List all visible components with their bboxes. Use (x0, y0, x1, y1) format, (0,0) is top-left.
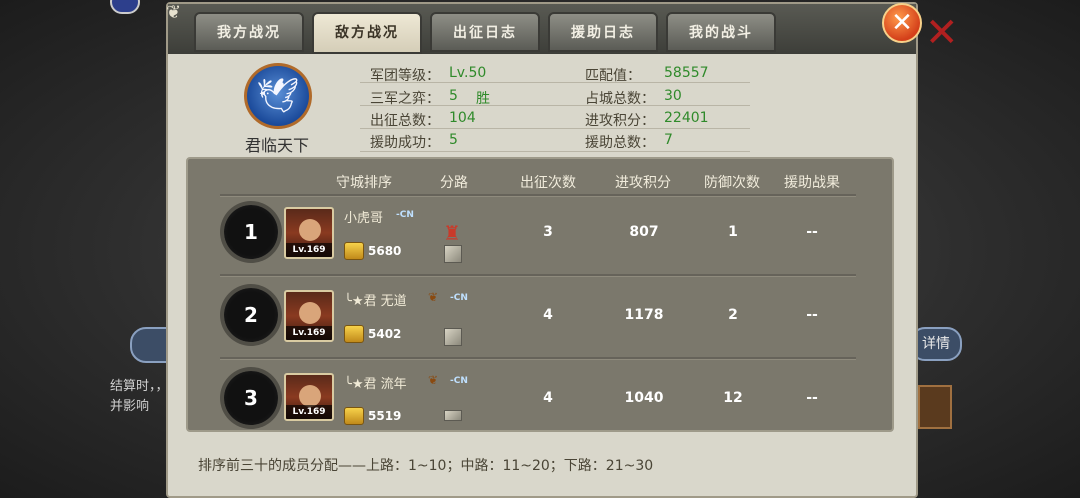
rank-badge: 2 (224, 288, 278, 342)
assist-cell: -- (806, 224, 818, 240)
header-defense-rank: 守城排序 (336, 175, 392, 191)
avatar[interactable]: Lv.169 (284, 290, 334, 342)
cities-value: 30 (664, 88, 682, 104)
assist-success-label: 援助成功： (370, 135, 440, 151)
gold-ingot-icon (344, 325, 364, 343)
tab-enemy-status[interactable]: 敌方战况 (312, 12, 422, 54)
eagle-emblem-icon: 🕊 (256, 76, 300, 116)
header-expeditions: 出征次数 (520, 175, 576, 191)
power-value: 5519 (368, 409, 402, 420)
defenses-cell: 1 (728, 224, 738, 240)
power-value: 5402 (368, 327, 402, 341)
avatar[interactable]: Lv.169 (284, 207, 334, 259)
attack-points-label: 进攻积分： (585, 113, 655, 129)
three-army-value: 5 (449, 88, 458, 104)
close-button[interactable]: ✕ (882, 3, 922, 43)
route-icon (444, 245, 462, 263)
tab-my-battles[interactable]: 我的战斗 (666, 12, 776, 52)
expeditions-cell: 4 (543, 307, 553, 323)
legion-name: 君临天下 (244, 136, 309, 155)
rank-badge: 1 (224, 205, 278, 259)
war-banner-icon: ♜ (443, 221, 461, 245)
header-assist-result: 援助战果 (784, 175, 840, 191)
avatar-level: Lv.169 (286, 326, 332, 340)
server-tag: -CN (450, 293, 468, 303)
avatar-face (299, 385, 321, 407)
divider (220, 274, 856, 277)
leaf-icon: ❦ (428, 290, 439, 304)
power-value: 5680 (368, 244, 402, 258)
background-left-text: 结算时，，并影响 (110, 379, 169, 414)
assist-cell: -- (806, 390, 818, 406)
leaf-icon: ❦ (428, 373, 439, 387)
defenses-cell: 2 (728, 307, 738, 323)
tab-our-status[interactable]: 我方战况 (194, 12, 304, 52)
route-assignment-note: 排序前三十的成员分配——上路：1~10；中路：11~20；下路：21~30 (198, 458, 654, 474)
match-value: 58557 (664, 65, 709, 81)
legion-level-value: Lv.50 (449, 65, 487, 81)
avatar-level: Lv.169 (286, 243, 332, 257)
close-icon: ✕ (891, 8, 913, 38)
attack-points-cell: 1178 (624, 307, 664, 323)
attack-points-cell: 1040 (624, 390, 664, 406)
tab-bar: ❦ 我方战况 敌方战况 出征日志 援助日志 我的战斗 (166, 2, 916, 54)
player-name: ╰★君 流年 (344, 377, 407, 392)
player-name: 小虎哥 (344, 211, 384, 226)
route-icon (444, 410, 462, 421)
assist-cell: -- (806, 307, 818, 323)
header-attack-points: 进攻积分 (615, 175, 671, 191)
assist-total-value: 7 (664, 132, 673, 148)
three-army-unit: 胜 (476, 91, 490, 107)
attack-points-cell: 807 (629, 224, 659, 240)
cities-label: 占城总数： (585, 91, 655, 107)
route-icon (444, 328, 462, 346)
expedition-value: 104 (449, 110, 476, 126)
tab-expedition-log[interactable]: 出征日志 (430, 12, 540, 52)
divider (220, 194, 856, 197)
legion-emblem: 🕊 (244, 63, 312, 129)
avatar[interactable]: Lv.169 (284, 373, 334, 421)
background-red-x: ✕ (925, 10, 959, 56)
header-defenses: 防御次数 (704, 175, 760, 191)
gold-ingot-icon (344, 407, 364, 425)
expedition-label: 出征总数： (370, 113, 440, 129)
match-label: 匹配值： (585, 68, 641, 84)
avatar-face (299, 302, 321, 324)
player-name: ╰★君 无道 (344, 294, 407, 309)
assist-success-value: 5 (449, 132, 458, 148)
three-army-label: 三军之弈： (370, 91, 440, 107)
attack-points-value: 22401 (664, 110, 709, 126)
header-route: 分路 (440, 175, 468, 191)
background-chest-icon (918, 385, 952, 429)
corner-ornament-icon: ❦ (166, 2, 182, 23)
assist-total-label: 援助总数： (585, 135, 655, 151)
tab-assist-log[interactable]: 援助日志 (548, 12, 658, 52)
defenses-cell: 12 (723, 390, 743, 406)
avatar-level: Lv.169 (286, 405, 332, 419)
rank-badge: 3 (224, 371, 278, 425)
server-tag: -CN (450, 376, 468, 386)
divider (220, 357, 856, 360)
legion-level-label: 军团等级： (370, 68, 440, 84)
expeditions-cell: 4 (543, 390, 553, 406)
gold-ingot-icon (344, 242, 364, 260)
expeditions-cell: 3 (543, 224, 553, 240)
avatar-face (299, 219, 321, 241)
server-tag: -CN (396, 210, 414, 220)
